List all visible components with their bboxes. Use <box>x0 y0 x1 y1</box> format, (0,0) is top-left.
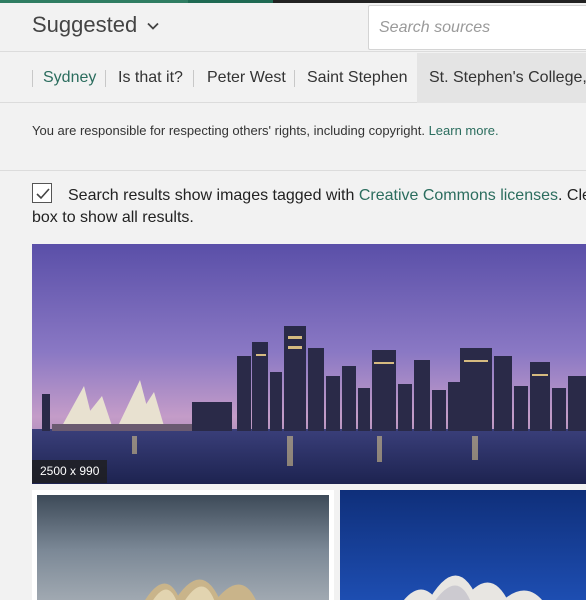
suggested-dropdown[interactable]: Suggested <box>32 12 159 38</box>
notice-text: You are responsible for respecting other… <box>32 123 429 138</box>
page-title: Suggested <box>32 12 138 37</box>
checkmark-icon <box>36 188 50 200</box>
opera-house-blue-image <box>340 490 586 600</box>
divider <box>0 170 586 171</box>
tab-separator <box>105 70 106 87</box>
opera-house-clouds-image <box>37 495 329 600</box>
cc-text-line2: box to show all results. <box>32 209 194 226</box>
cc-text-line1: Search results show images tagged with C… <box>68 184 586 207</box>
tab-peter-west[interactable]: Peter West <box>207 53 286 103</box>
search-input[interactable] <box>368 5 586 50</box>
tab-separator <box>32 70 33 87</box>
suggestion-tabs: Sydney Is that it? Peter West Saint Step… <box>0 53 586 103</box>
cc-text-after: . Cle <box>558 187 586 204</box>
tab-st-stephens-college[interactable]: St. Stephen's College, <box>417 53 586 103</box>
result-image-opera-house-blue[interactable] <box>340 490 586 600</box>
tab-saint-stephen[interactable]: Saint Stephen <box>307 53 408 103</box>
header: Suggested <box>0 3 586 52</box>
tab-separator <box>193 70 194 87</box>
copyright-notice: You are responsible for respecting other… <box>32 123 499 138</box>
tab-is-that-it[interactable]: Is that it? <box>118 53 183 103</box>
learn-more-link[interactable]: Learn more. <box>429 123 499 138</box>
tab-sydney[interactable]: Sydney <box>43 53 96 103</box>
image-dimensions-badge: 2500 x 990 <box>32 460 108 483</box>
sydney-skyline-image <box>32 244 586 484</box>
tab-separator <box>294 70 295 87</box>
result-image-opera-house-clouds[interactable] <box>32 490 334 600</box>
cc-text-before: Search results show images tagged with <box>68 187 359 204</box>
creative-commons-link[interactable]: Creative Commons licenses <box>359 187 558 204</box>
result-image-sydney-skyline[interactable] <box>32 244 586 484</box>
chevron-down-icon <box>147 22 159 30</box>
creative-commons-checkbox[interactable] <box>32 183 52 203</box>
